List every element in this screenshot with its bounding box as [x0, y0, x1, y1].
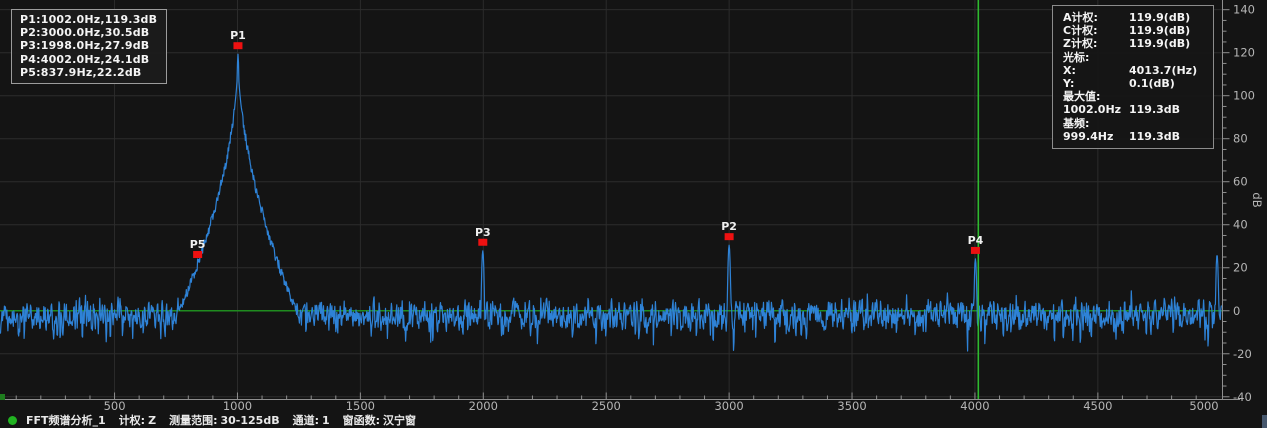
- series-indicator-dot: [8, 416, 17, 425]
- status-item-value: 1: [322, 414, 330, 427]
- info-label: 基频:: [1063, 117, 1129, 130]
- y-tick-label: 100: [1233, 89, 1255, 103]
- series-legend-item[interactable]: FFT频谱分析_1: [26, 412, 106, 428]
- grid-lines: [0, 0, 1222, 400]
- peak-readout-line: P4:4002.0Hz,24.1dB: [20, 53, 158, 66]
- y-tick-label: 20: [1233, 261, 1248, 275]
- spectrum-trace: [0, 54, 1222, 351]
- peak-marker-label: P5: [190, 238, 206, 251]
- info-label: C计权:: [1063, 24, 1129, 37]
- status-item-label: 计权:: [119, 414, 145, 427]
- info-panel-row: 最大值:: [1063, 90, 1205, 103]
- axis-left-indicator: [0, 394, 5, 400]
- y-tick-label: -20: [1233, 347, 1252, 361]
- peak-marker-label: P1: [230, 29, 246, 42]
- y-tick-label: -40: [1233, 390, 1252, 404]
- x-tick-label: 3000: [714, 399, 743, 412]
- status-item: 通道:1: [293, 412, 330, 428]
- x-axis-ticks: 500 1000 1500 2000 2500 3000 3500 4000 4500 5000: [16, 393, 1218, 413]
- info-label: A计权:: [1063, 11, 1129, 24]
- peak-marker-label: P4: [968, 234, 984, 247]
- status-bar: FFT频谱分析_1 计权:Z 测量范围:30-125dB 通道:1 窗函数:汉宁窗: [0, 412, 1267, 428]
- status-item: 窗函数:汉宁窗: [343, 412, 416, 428]
- info-panel-row: X:4013.7(Hz): [1063, 64, 1205, 77]
- info-value: 4013.7(Hz): [1129, 64, 1205, 77]
- info-panel-row: Z计权:119.9(dB): [1063, 37, 1205, 50]
- peak-marker-P2[interactable]: [725, 233, 734, 240]
- x-tick-label: 2000: [469, 399, 498, 412]
- info-panel-row: Y:0.1(dB): [1063, 77, 1205, 90]
- info-panel-row: A计权:119.9(dB): [1063, 11, 1205, 24]
- status-item-label: 测量范围:: [169, 414, 217, 427]
- y-tick-label: 0: [1233, 304, 1240, 318]
- status-item-value: 30-125dB: [220, 414, 279, 427]
- info-value: 119.9(dB): [1129, 37, 1205, 50]
- peak-readout-line: P2:3000.0Hz,30.5dB: [20, 26, 158, 39]
- info-value: 119.3dB: [1129, 103, 1205, 116]
- y-tick-label: 140: [1233, 3, 1255, 17]
- x-tick-label: 1000: [223, 399, 252, 412]
- info-panel-row: 1002.0Hz119.3dB: [1063, 103, 1205, 116]
- peak-readout-line: P1:1002.0Hz,119.3dB: [20, 13, 158, 26]
- info-label: 999.4Hz: [1063, 130, 1129, 143]
- info-value: 119.9(dB): [1129, 24, 1205, 37]
- y-tick-label: 120: [1233, 46, 1255, 60]
- info-label: 最大值:: [1063, 90, 1129, 103]
- peak-marker-P1[interactable]: [233, 42, 242, 49]
- info-panel-row: C计权:119.9(dB): [1063, 24, 1205, 37]
- peak-marker-P5[interactable]: [193, 251, 202, 258]
- info-label: Z计权:: [1063, 37, 1129, 50]
- x-tick-label: 1500: [346, 399, 375, 412]
- peak-marker-P3[interactable]: [478, 239, 487, 246]
- peak-markers: P1 P2 P3 P4 P5: [190, 29, 984, 258]
- info-value: 0.1(dB): [1129, 77, 1205, 90]
- info-value: 119.3dB: [1129, 130, 1205, 143]
- x-tick-label: 4000: [960, 399, 989, 412]
- x-tick-label: 4500: [1083, 399, 1112, 412]
- y-axis-unit-label: dB: [1250, 192, 1264, 207]
- info-panel-row: 光标:: [1063, 51, 1205, 64]
- x-tick-label: 5000: [1189, 399, 1218, 412]
- peak-marker-label: P2: [721, 220, 737, 233]
- status-item: 测量范围:30-125dB: [169, 412, 280, 428]
- fft-analyzer-window: 500100015002000250030003500400045005000-…: [0, 0, 1267, 428]
- resize-corner[interactable]: [1262, 415, 1267, 428]
- info-panel-row: 基频:: [1063, 117, 1205, 130]
- y-tick-label: 80: [1233, 132, 1248, 146]
- peak-marker-label: P3: [475, 226, 491, 239]
- y-tick-label: 60: [1233, 175, 1248, 189]
- status-item: 计权:Z: [119, 412, 156, 428]
- peak-readout-box: P1:1002.0Hz,119.3dBP2:3000.0Hz,30.5dBP3:…: [11, 9, 167, 84]
- x-tick-label: 2500: [592, 399, 621, 412]
- x-tick-label: 500: [104, 399, 126, 412]
- info-value: [1129, 90, 1205, 103]
- status-item-label: 窗函数:: [343, 414, 380, 427]
- info-label: 光标:: [1063, 51, 1129, 64]
- status-item-label: 通道:: [293, 414, 319, 427]
- info-value: [1129, 117, 1205, 130]
- peak-marker-P4[interactable]: [971, 247, 980, 254]
- info-label: Y:: [1063, 77, 1129, 90]
- info-label: X:: [1063, 64, 1129, 77]
- info-value: 119.9(dB): [1129, 11, 1205, 24]
- peak-readout-line: P5:837.9Hz,22.2dB: [20, 66, 158, 79]
- status-item-value: 汉宁窗: [383, 414, 416, 427]
- info-label: 1002.0Hz: [1063, 103, 1129, 116]
- cursor-info-panel: A计权:119.9(dB)C计权:119.9(dB)Z计权:119.9(dB)光…: [1052, 5, 1214, 149]
- peak-readout-line: P3:1998.0Hz,27.9dB: [20, 39, 158, 52]
- y-tick-label: 40: [1233, 218, 1248, 232]
- info-panel-row: 999.4Hz119.3dB: [1063, 130, 1205, 143]
- status-item-value: Z: [148, 414, 156, 427]
- x-tick-label: 3500: [837, 399, 866, 412]
- info-value: [1129, 51, 1205, 64]
